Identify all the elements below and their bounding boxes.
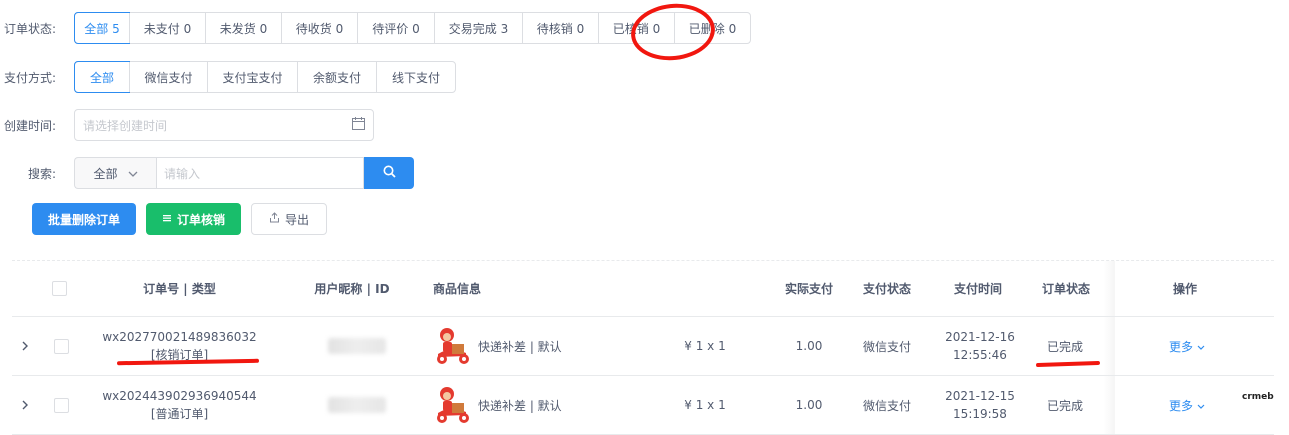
header-order: 订单号 | 类型 [143, 282, 216, 296]
action-bar: 批量删除订单 订单核销 导出 [32, 203, 327, 235]
order-status-label: 订单状态: [3, 21, 56, 36]
pay-method-label: 支付方式: [3, 70, 56, 85]
pay-clock: 12:55:46 [953, 348, 1007, 362]
table-header: 订单号 | 类型 用户昵称 | ID 商品信息 实际支付 支付状态 支付时间 订… [12, 260, 1274, 317]
status-to-verify[interactable]: 待核销 0 [522, 13, 598, 43]
status-to-receive[interactable]: 待收货 0 [281, 13, 357, 43]
pay-wechat[interactable]: 微信支付 [129, 62, 207, 92]
table-row: wx202770021489836032 [核销订单] 快递补差 | 默认 ¥ … [12, 317, 1274, 376]
blurred-user-name [328, 338, 386, 354]
fixed-column-shadow [1103, 376, 1115, 434]
more-label: 更多 [1168, 398, 1193, 413]
order-cell: wx202443902936940544 [普通订单] [92, 376, 267, 434]
annotation-circle [628, 0, 718, 65]
status-all[interactable]: 全部 5 [74, 12, 130, 44]
calendar-icon [352, 117, 365, 133]
search-filter: 搜索: 全部 请输入 [0, 157, 414, 189]
header-order-status: 订单状态 [1041, 282, 1090, 296]
search-placeholder: 请输入 [164, 166, 201, 181]
pay-time: 2021-12-16 12:55:46 [942, 317, 1018, 375]
select-all-checkbox[interactable] [52, 281, 67, 296]
row-checkbox-cell [52, 376, 70, 434]
export-button[interactable]: 导出 [251, 203, 327, 235]
watermark-logo: crmeb [1242, 392, 1274, 402]
pay-date: 2021-12-16 [945, 330, 1015, 344]
product-image [430, 376, 474, 434]
orders-table: 订单号 | 类型 用户昵称 | ID 商品信息 实际支付 支付状态 支付时间 订… [12, 260, 1274, 435]
pay-status: 微信支付 [862, 398, 911, 413]
goods-price-qty: ¥ 1 x 1 [684, 339, 726, 353]
order-cell: wx202770021489836032 [核销订单] [92, 317, 267, 375]
create-time-placeholder: 请选择创建时间 [83, 118, 168, 133]
search-group: 全部 请输入 [74, 157, 414, 189]
header-ops: 操作 [1172, 282, 1197, 296]
delivery-rider-icon [437, 328, 469, 364]
search-label: 搜索: [27, 166, 56, 181]
more-dropdown[interactable]: 更多 [1162, 376, 1212, 434]
export-label: 导出 [284, 212, 309, 227]
status-unshipped[interactable]: 未发货 0 [205, 13, 281, 43]
paid-amount: 1.00 [795, 398, 823, 412]
expand-icon[interactable] [18, 317, 32, 375]
table-row: wx202443902936940544 [普通订单] 快递补差 | 默认 ¥ … [12, 376, 1274, 435]
verify-order-label: 订单核销 [176, 212, 225, 227]
pay-method-segment: 全部 微信支付 支付宝支付 余额支付 线下支付 [74, 61, 456, 93]
product-image [430, 317, 474, 375]
order-number: wx202770021489836032 [102, 330, 257, 344]
more-dropdown[interactable]: 更多 [1162, 317, 1212, 375]
goods-name: 快递补差 | 默认 [478, 398, 562, 413]
pay-date: 2021-12-15 [945, 389, 1015, 403]
pay-balance[interactable]: 余额支付 [297, 62, 376, 92]
expand-icon[interactable] [18, 376, 32, 434]
user-cell [322, 317, 392, 375]
pay-clock: 15:19:58 [953, 407, 1007, 421]
header-pay-time: 支付时间 [953, 282, 1002, 296]
export-icon [269, 212, 280, 226]
create-time-filter: 创建时间: 请选择创建时间 [0, 109, 374, 141]
verify-order-button[interactable]: 订单核销 [146, 203, 241, 235]
header-paid: 实际支付 [784, 282, 833, 296]
more-label: 更多 [1168, 339, 1193, 354]
delivery-rider-icon [437, 387, 469, 423]
user-cell [322, 376, 392, 434]
status-unpaid[interactable]: 未支付 0 [129, 13, 205, 43]
chevron-down-icon [1197, 398, 1205, 412]
pay-method-filter: 支付方式: 全部 微信支付 支付宝支付 余额支付 线下支付 [0, 61, 456, 93]
batch-delete-button[interactable]: 批量删除订单 [32, 203, 136, 235]
create-time-picker[interactable]: 请选择创建时间 [74, 109, 374, 141]
status-completed[interactable]: 交易完成 3 [434, 13, 522, 43]
pay-all[interactable]: 全部 [74, 61, 130, 93]
header-pay-status: 支付状态 [862, 282, 911, 296]
pay-status: 微信支付 [862, 339, 911, 354]
order-type: [普通订单] [150, 407, 209, 421]
pay-alipay[interactable]: 支付宝支付 [207, 62, 297, 92]
header-checkbox-cell [52, 261, 67, 316]
search-button[interactable] [364, 157, 414, 189]
status-to-review[interactable]: 待评价 0 [357, 13, 434, 43]
create-time-label: 创建时间: [3, 118, 56, 133]
search-select-value: 全部 [93, 166, 118, 181]
search-field-select[interactable]: 全部 [74, 157, 156, 189]
chevron-down-icon [1197, 339, 1205, 353]
fixed-column-shadow [1103, 261, 1115, 316]
order-number: wx202443902936940544 [102, 389, 257, 403]
row-checkbox[interactable] [53, 397, 69, 413]
blurred-user-name [328, 397, 386, 413]
search-icon [383, 165, 396, 181]
order-status: 已完成 [1046, 398, 1083, 413]
goods-price-qty: ¥ 1 x 1 [684, 398, 726, 412]
row-checkbox[interactable] [53, 338, 69, 354]
pay-offline[interactable]: 线下支付 [376, 62, 455, 92]
goods-name: 快递补差 | 默认 [478, 339, 562, 354]
fixed-column-shadow [1103, 317, 1115, 375]
header-goods: 商品信息 [432, 282, 481, 296]
search-input[interactable]: 请输入 [156, 157, 364, 189]
pay-time: 2021-12-15 15:19:58 [942, 376, 1018, 434]
row-checkbox-cell [52, 317, 70, 375]
header-user: 用户昵称 | ID [314, 282, 390, 296]
chevron-down-icon [128, 166, 138, 180]
paid-amount: 1.00 [795, 339, 823, 353]
list-icon [162, 212, 172, 226]
